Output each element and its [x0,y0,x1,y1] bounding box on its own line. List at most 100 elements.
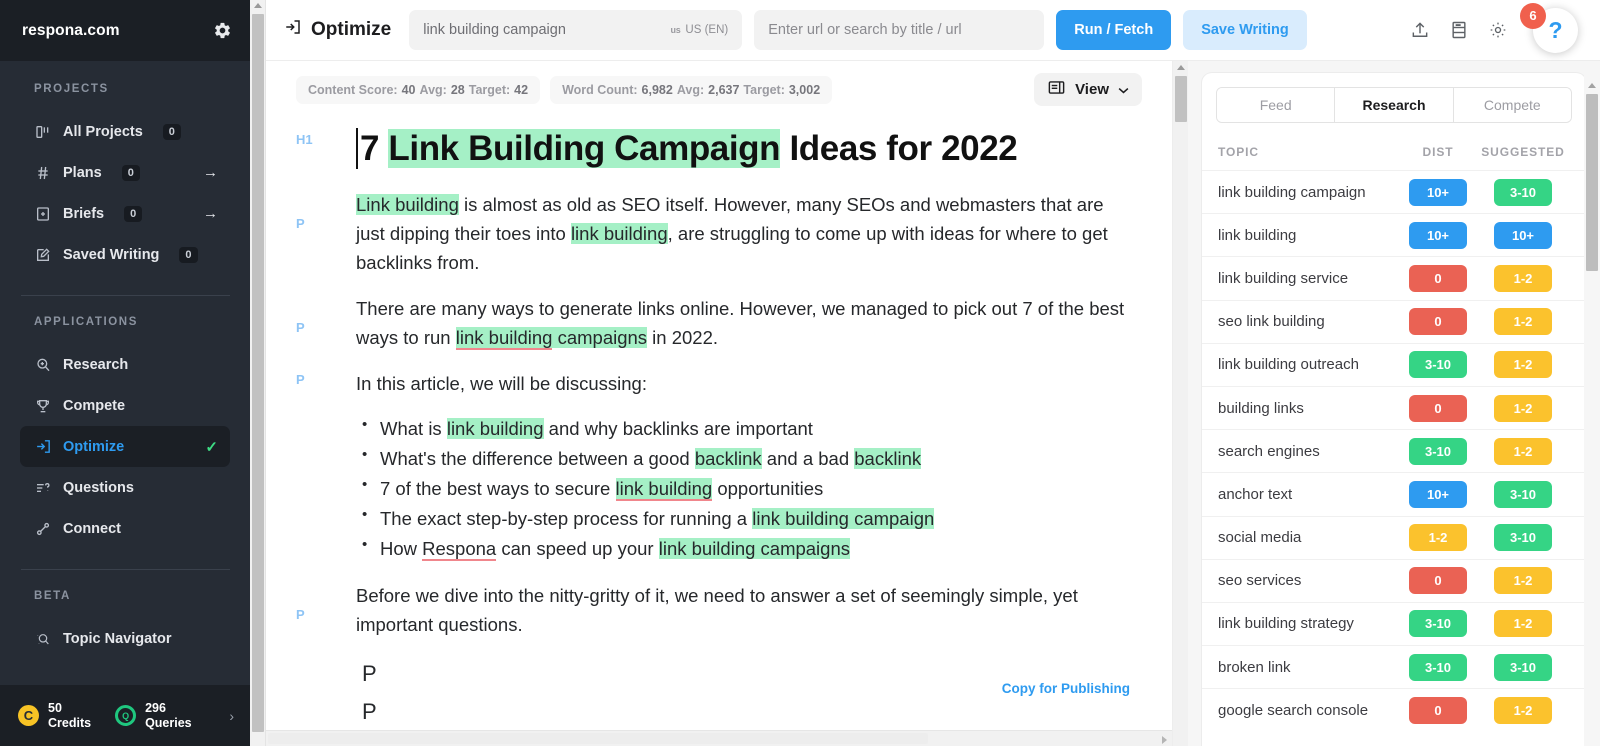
dist-badge[interactable]: 10+ [1409,178,1467,206]
research-scrollbar-thumb[interactable] [1586,94,1598,271]
copy-for-publishing-link[interactable]: Copy for Publishing [1002,681,1130,696]
dist-badge[interactable]: 10+ [1409,221,1467,249]
suggested-badge[interactable]: 1-2 [1494,567,1552,595]
scroll-up-arrow-icon[interactable] [1177,65,1185,70]
run-fetch-button[interactable]: Run / Fetch [1056,10,1172,50]
list-item[interactable]: How Respona can speed up your link build… [362,533,1132,564]
table-row[interactable]: link building campaign 10+ 3-10 [1202,170,1586,213]
url-input[interactable]: Enter url or search by title / url [754,10,1045,50]
document-vertical-scrollbar[interactable] [1172,61,1188,746]
tab-compete[interactable]: Compete [1453,88,1571,122]
list-item[interactable]: What's the difference between a good bac… [362,443,1132,474]
list-item[interactable]: The exact step-by-step process for runni… [362,503,1132,534]
keyword-input[interactable]: link building campaign us US (EN) [409,10,743,50]
sidebar-header: respona.com [0,0,250,61]
trailing-paragraph-2[interactable]: P [296,695,1132,729]
document-body[interactable]: H1 7 Link Building Campaign Ideas for 20… [266,114,1172,730]
scroll-up-arrow-icon[interactable] [254,3,262,8]
scroll-up-arrow-icon[interactable] [1588,83,1596,88]
table-row[interactable]: broken link 3-10 3-10 [1202,645,1586,688]
sidebar-item-compete[interactable]: Compete [20,385,230,426]
suggested-badge[interactable]: 1-2 [1494,610,1552,638]
sidebar-item-saved-writing[interactable]: Saved Writing 0 [20,234,230,275]
topic-table-rows[interactable]: link building campaign 10+ 3-10 link buildi… [1202,170,1586,746]
table-row[interactable]: search engines 3-10 1-2 [1202,429,1586,472]
dist-badge[interactable]: 3-10 [1409,351,1467,379]
suggested-badge[interactable]: 1-2 [1494,696,1552,724]
table-row[interactable]: link building outreach 3-10 1-2 [1202,342,1586,386]
help-notification-badge: 6 [1520,2,1546,29]
suggested-badge[interactable]: 1-2 [1494,437,1552,465]
dist-badge[interactable]: 0 [1409,696,1467,724]
list-item[interactable]: What is link building and why backlinks … [362,413,1132,444]
suggested-badge[interactable]: 3-10 [1494,524,1552,552]
paragraph-2[interactable]: There are many ways to generate links on… [356,294,1132,352]
document-bullet-list[interactable]: What is link building and why backlinks … [362,413,1132,564]
dist-badge[interactable]: 0 [1409,394,1467,422]
paragraph-3[interactable]: In this article, we will be discussing: [356,369,1132,398]
document-scroll-region[interactable]: H1 7 Link Building Campaign Ideas for 20… [266,114,1172,730]
dist-badge[interactable]: 3-10 [1409,653,1467,681]
paragraph-1[interactable]: Link building is almost as old as SEO it… [356,190,1132,277]
dist-badge[interactable]: 3-10 [1409,610,1467,638]
list-item[interactable]: 7 of the best ways to secure link buildi… [362,473,1132,504]
arrow-right-icon[interactable]: → [203,164,218,181]
sidebar-footer[interactable]: C 50 Credits Q 296 Queries › [0,685,250,746]
document-scrollbar-thumb[interactable] [1175,76,1187,122]
sidebar-item-all-projects[interactable]: All Projects 0 [20,111,230,152]
scroll-right-arrow-icon[interactable] [1162,736,1167,744]
sidebar-item-research[interactable]: Research [20,344,230,385]
tab-research[interactable]: Research [1335,88,1454,122]
arrow-right-icon[interactable]: → [203,205,218,222]
suggested-badge[interactable]: 1-2 [1494,351,1552,379]
sidebar-item-topic-navigator[interactable]: Topic Navigator [20,618,230,659]
locale-selector[interactable]: us US (EN) [671,24,729,36]
chevron-right-icon[interactable]: › [229,708,234,724]
sidebar-item-plans[interactable]: Plans 0 → [20,152,230,193]
document-title[interactable]: 7 Link Building Campaign Ideas for 2022 [356,128,1132,170]
table-row[interactable]: seo link building 0 1-2 [1202,299,1586,343]
save-writing-button[interactable]: Save Writing [1183,10,1307,50]
suggested-badge[interactable]: 3-10 [1494,653,1552,681]
dist-badge[interactable]: 0 [1409,567,1467,595]
suggested-badge[interactable]: 3-10 [1494,178,1552,206]
table-row[interactable]: link building 10+ 10+ [1202,213,1586,256]
table-row[interactable]: building links 0 1-2 [1202,385,1586,429]
help-button-wrapper[interactable]: 6 ? [1520,2,1578,53]
gear-icon[interactable] [213,21,232,40]
page-scrollbar-thumb[interactable] [252,14,264,732]
document-icon[interactable] [1449,20,1469,40]
credits-block[interactable]: C 50 Credits [18,701,91,731]
dist-badge[interactable]: 1-2 [1409,524,1467,552]
table-row[interactable]: link building strategy 3-10 1-2 [1202,601,1586,645]
table-row[interactable]: seo services 0 1-2 [1202,558,1586,602]
suggested-badge[interactable]: 3-10 [1494,480,1552,508]
table-row[interactable]: anchor text 10+ 3-10 [1202,472,1586,515]
sidebar-item-connect[interactable]: Connect [20,508,230,549]
dist-badge[interactable]: 10+ [1409,480,1467,508]
tab-feed[interactable]: Feed [1217,88,1336,122]
suggested-badge[interactable]: 10+ [1494,221,1552,249]
gear-icon[interactable] [1488,20,1508,40]
suggested-badge[interactable]: 1-2 [1494,264,1552,292]
sidebar-item-questions[interactable]: Questions [20,467,230,508]
suggested-badge[interactable]: 1-2 [1494,308,1552,336]
dist-badge[interactable]: 3-10 [1409,437,1467,465]
sidebar-item-optimize[interactable]: Optimize ✓ [20,426,230,467]
text-run: 7 of the best ways to secure [380,478,616,500]
research-panel-scrollbar[interactable] [1584,61,1600,746]
table-row[interactable]: social media 1-2 3-10 [1202,515,1586,559]
document-hscroll-thumb[interactable] [268,733,928,744]
view-button[interactable]: View [1034,73,1142,106]
queries-block[interactable]: Q 296 Queries [115,701,192,731]
paragraph-4[interactable]: Before we dive into the nitty-gritty of … [356,581,1132,639]
page-scrollbar[interactable] [250,0,266,746]
suggested-badge[interactable]: 1-2 [1494,394,1552,422]
document-horizontal-scrollbar[interactable] [266,730,1172,746]
table-row[interactable]: link building service 0 1-2 [1202,256,1586,299]
dist-badge[interactable]: 0 [1409,264,1467,292]
sidebar-item-briefs[interactable]: Briefs 0 → [20,193,230,234]
upload-icon[interactable] [1410,20,1430,40]
dist-badge[interactable]: 0 [1409,308,1467,336]
table-row[interactable]: google search console 0 1-2 [1202,688,1586,731]
